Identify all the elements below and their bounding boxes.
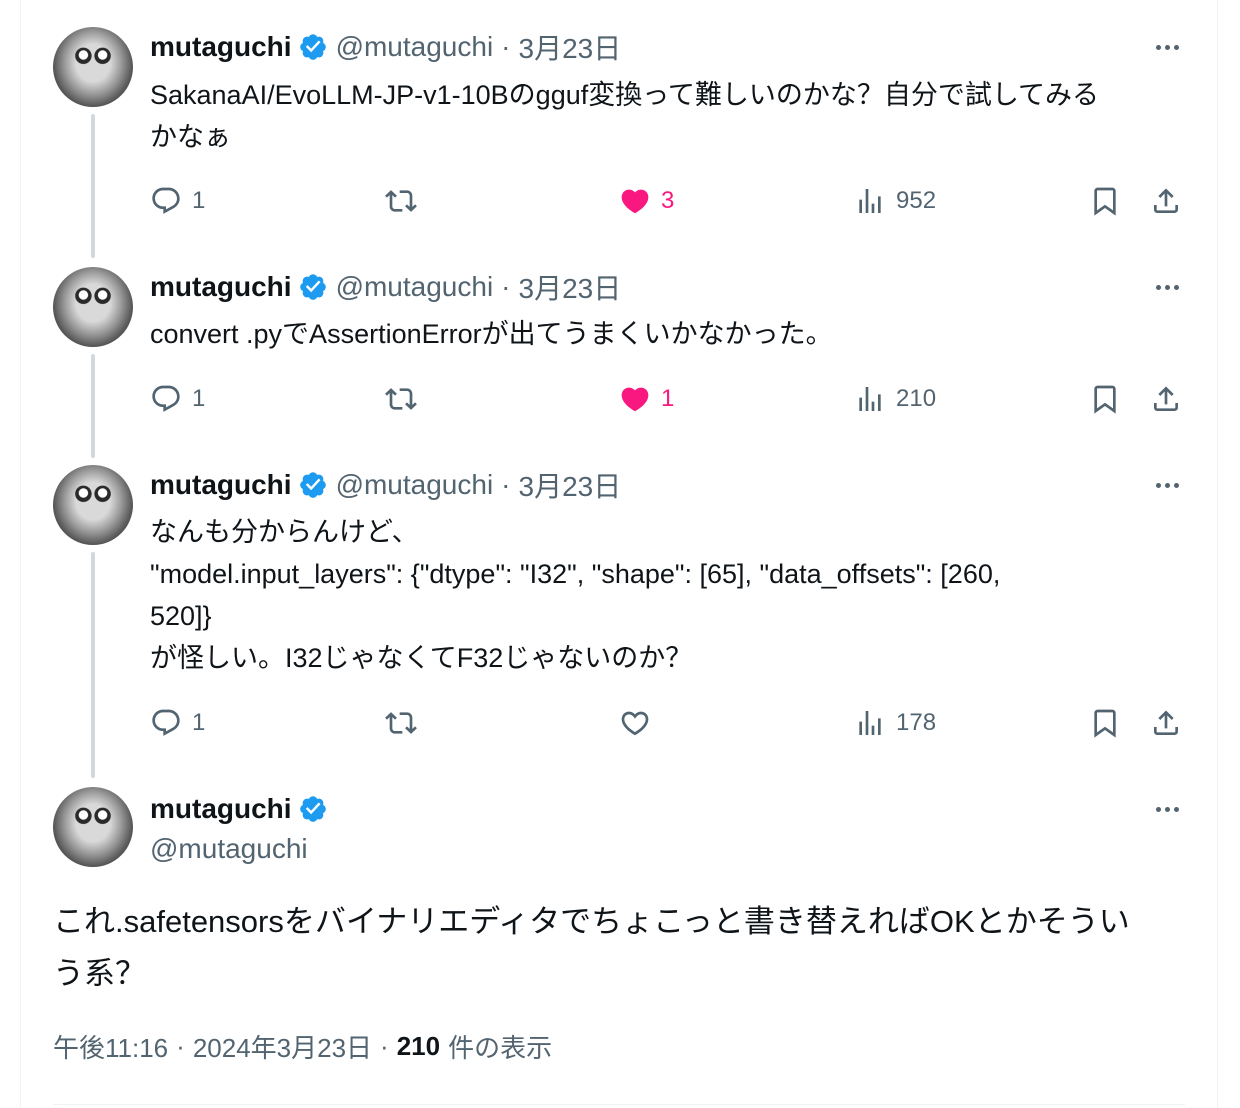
timestamp[interactable]: 3月23日: [519, 27, 622, 67]
reply-icon: [152, 385, 180, 412]
display-name[interactable]: mutaguchi: [150, 271, 292, 303]
separator: ·: [380, 1031, 389, 1061]
like-count: 3: [661, 187, 675, 214]
action-bar: 1 178: [0, 703, 1240, 743]
analytics-icon: [859, 711, 881, 735]
share-icon: [1154, 386, 1178, 411]
views-count: 210: [896, 385, 937, 412]
reply-button[interactable]: 1: [150, 379, 205, 419]
verified-badge-icon: [299, 796, 326, 822]
post-time[interactable]: 午後11:16: [53, 1028, 168, 1065]
bookmark-button[interactable]: [1089, 379, 1121, 419]
avatar[interactable]: [53, 787, 133, 867]
share-icon: [1154, 188, 1178, 213]
separator: ·: [501, 469, 511, 500]
timestamp[interactable]: 3月23日: [519, 465, 622, 505]
verified-badge-icon: [299, 472, 326, 498]
reply-count: 1: [192, 187, 206, 214]
views-button[interactable]: 178: [854, 703, 936, 743]
bookmark-icon: [1094, 709, 1116, 738]
views-count: 178: [896, 709, 937, 736]
divider: [53, 1104, 1185, 1105]
handle[interactable]: @mutaguchi: [336, 469, 494, 501]
reply-button[interactable]: 1: [150, 703, 205, 743]
timestamp[interactable]: 3月23日: [519, 267, 622, 307]
tweet-text: なんも分からんけど、 "model.input_layers": {"dtype…: [150, 517, 1001, 673]
bookmark-icon: [1094, 187, 1116, 216]
views-button[interactable]: 210: [854, 379, 936, 419]
tweet-header: mutaguchi @mutaguchi · 3月23日: [150, 30, 621, 64]
display-name[interactable]: mutaguchi: [150, 793, 292, 825]
avatar[interactable]: [53, 267, 133, 347]
tweet-text: convert .pyでAssertionErrorが出てうまくいかなかった。: [150, 319, 833, 349]
thread-connector: [91, 552, 95, 778]
like-count: 1: [661, 385, 675, 412]
retweet-icon: [385, 388, 417, 410]
more-options-icon[interactable]: [1150, 270, 1184, 304]
share-button[interactable]: [1150, 703, 1182, 743]
views-label: 件の表示: [448, 1033, 553, 1063]
like-button[interactable]: [619, 703, 661, 743]
separator: ·: [176, 1031, 185, 1061]
retweet-button[interactable]: [385, 181, 427, 221]
heart-outline-icon: [621, 711, 649, 736]
reply-icon: [152, 187, 180, 214]
verified-badge-icon: [299, 34, 326, 60]
retweet-button[interactable]: [385, 703, 427, 743]
avatar[interactable]: [53, 465, 133, 545]
retweet-icon: [385, 712, 417, 734]
share-icon: [1154, 710, 1178, 735]
handle[interactable]: @mutaguchi: [150, 833, 308, 865]
more-options-icon[interactable]: [1150, 30, 1184, 64]
like-button[interactable]: 3: [619, 181, 674, 221]
bookmark-button[interactable]: [1089, 703, 1121, 743]
views-count: 952: [896, 187, 937, 214]
tweet-text: SakanaAI/EvoLLM-JP-v1-10Bのgguf変換って難しいのかな…: [150, 80, 1100, 152]
analytics-icon: [859, 387, 881, 411]
tweet-text: これ.safetensorsをバイナリエディタでちょこっと書き替えればOKとかそ…: [53, 904, 1130, 991]
share-button[interactable]: [1150, 181, 1182, 221]
bookmark-button[interactable]: [1089, 181, 1121, 221]
reply-icon: [152, 709, 180, 736]
views-button[interactable]: 952: [854, 181, 936, 221]
handle[interactable]: @mutaguchi: [336, 271, 494, 303]
display-name[interactable]: mutaguchi: [150, 31, 292, 63]
avatar[interactable]: [53, 27, 133, 107]
reply-count: 1: [192, 709, 206, 736]
tweet-header: mutaguchi @mutaguchi · 3月23日: [150, 468, 621, 502]
reply-count: 1: [192, 385, 206, 412]
action-bar: 1 1 210: [0, 379, 1240, 419]
analytics-icon: [859, 189, 881, 213]
share-button[interactable]: [1150, 379, 1182, 419]
bookmark-icon: [1094, 385, 1116, 414]
tweet-meta: 午後11:16 · 2024年3月23日 · 210 件の表示: [53, 1028, 552, 1065]
post-date[interactable]: 2024年3月23日: [193, 1028, 372, 1065]
retweet-button[interactable]: [385, 379, 427, 419]
like-button[interactable]: 1: [619, 379, 674, 419]
separator: ·: [501, 31, 511, 62]
more-options-icon[interactable]: [1150, 792, 1184, 826]
tweet-header: mutaguchi: [150, 792, 336, 826]
action-bar: 1 3 952: [0, 181, 1240, 221]
more-options-icon[interactable]: [1150, 468, 1184, 502]
heart-filled-icon: [621, 189, 649, 214]
tweet-header: mutaguchi @mutaguchi · 3月23日: [150, 270, 621, 304]
display-name[interactable]: mutaguchi: [150, 469, 292, 501]
tweet-handle-row: @mutaguchi: [150, 832, 308, 866]
reply-button[interactable]: 1: [150, 181, 205, 221]
verified-badge-icon: [299, 274, 326, 300]
heart-filled-icon: [621, 387, 649, 412]
separator: ·: [501, 271, 511, 302]
handle[interactable]: @mutaguchi: [336, 31, 494, 63]
views-count: 210: [396, 1031, 441, 1061]
retweet-icon: [385, 190, 417, 212]
